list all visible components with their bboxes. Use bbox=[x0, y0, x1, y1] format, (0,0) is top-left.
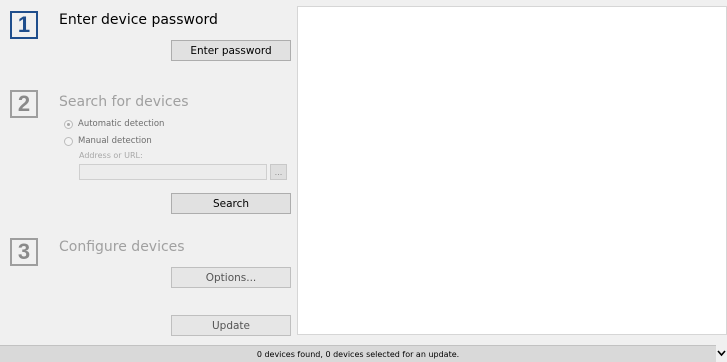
step-1-title: Enter device password bbox=[59, 12, 218, 28]
chevron-down-icon[interactable] bbox=[716, 345, 727, 362]
radio-checked-icon bbox=[64, 119, 73, 129]
update-button[interactable]: Update bbox=[171, 315, 291, 336]
status-bar: 0 devices found, 0 devices selected for … bbox=[0, 345, 716, 362]
address-label: Address or URL: bbox=[79, 151, 143, 160]
step-2-title: Search for devices bbox=[59, 94, 189, 110]
search-button[interactable]: Search bbox=[171, 193, 291, 214]
options-button[interactable]: Options... bbox=[171, 267, 291, 288]
enter-password-button[interactable]: Enter password bbox=[171, 40, 291, 61]
automatic-detection-radio[interactable]: Automatic detection bbox=[64, 117, 164, 131]
step-3-title: Configure devices bbox=[59, 239, 185, 255]
step-1-number: 1 bbox=[10, 11, 38, 39]
step-2-number: 2 bbox=[10, 90, 38, 118]
address-input[interactable] bbox=[79, 164, 267, 180]
device-list-panel[interactable] bbox=[297, 6, 727, 335]
radio-unchecked-icon bbox=[64, 136, 73, 146]
browse-button[interactable]: ... bbox=[270, 164, 287, 180]
automatic-detection-label: Automatic detection bbox=[78, 119, 165, 129]
step-3-number: 3 bbox=[10, 238, 38, 266]
manual-detection-label: Manual detection bbox=[78, 136, 152, 146]
manual-detection-radio[interactable]: Manual detection bbox=[64, 134, 152, 148]
